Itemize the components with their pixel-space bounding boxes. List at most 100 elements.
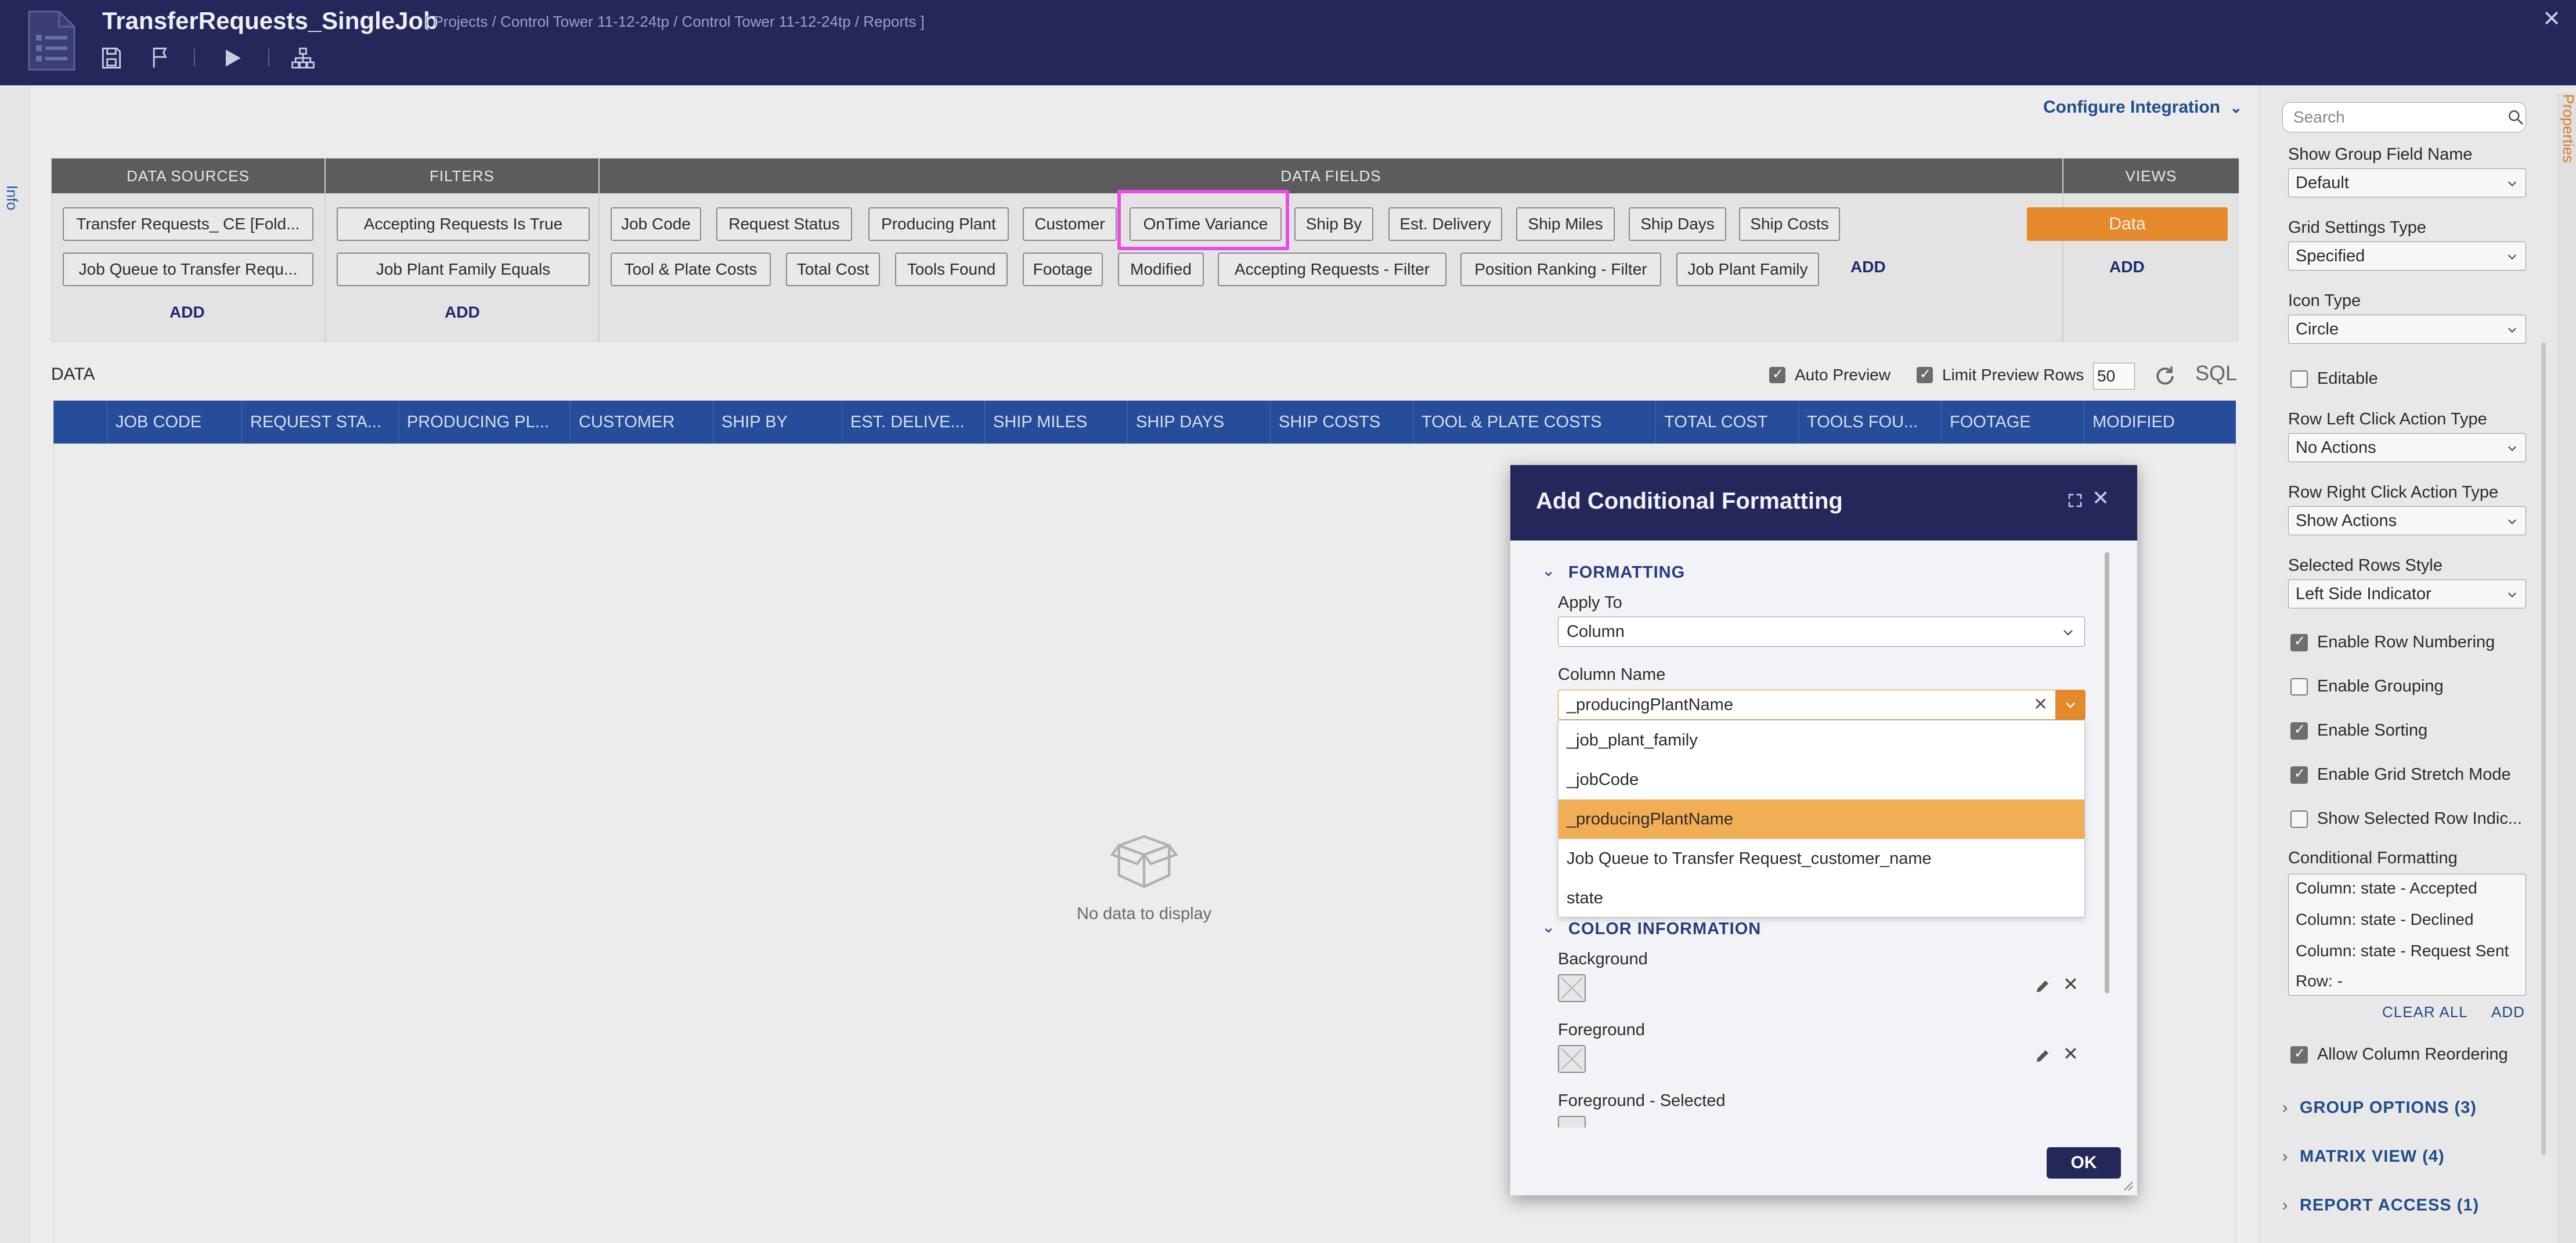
conditional-formatting-item[interactable]: Column: state - Declined — [2296, 910, 2474, 929]
breadcrumb[interactable]: [ Projects / Control Tower 11-12-24tp / … — [425, 13, 925, 31]
column-header[interactable]: SHIP BY — [713, 401, 842, 444]
icon-type-select[interactable]: Circle — [2288, 315, 2526, 344]
search-icon[interactable] — [2506, 108, 2525, 127]
data-field-chip[interactable]: Accepting Requests - Filter — [1218, 253, 1446, 286]
data-field-chip[interactable]: Ship By — [1294, 207, 1373, 241]
show-group-field-name-select[interactable]: Default — [2288, 168, 2526, 197]
data-source-chip[interactable]: Job Queue to Transfer Requ... — [63, 253, 313, 286]
maximize-icon[interactable] — [2066, 492, 2084, 509]
view-data-chip[interactable]: Data — [2027, 207, 2228, 241]
data-field-chip[interactable]: Request Status — [716, 207, 852, 241]
data-field-chip[interactable]: Modified — [1118, 253, 1204, 286]
data-field-chip[interactable]: Job Plant Family — [1676, 253, 1819, 286]
add-conditional-formatting-button[interactable]: ADD — [2491, 1003, 2525, 1021]
dropdown-option[interactable]: state — [1558, 878, 2084, 918]
close-icon[interactable]: ✕ — [2092, 486, 2109, 510]
info-sidebar[interactable]: Info — [0, 85, 30, 1243]
ok-button[interactable]: OK — [2047, 1147, 2121, 1179]
enable-row-numbering-checkbox[interactable] — [2290, 633, 2308, 651]
column-header[interactable]: REQUEST STA... — [241, 401, 398, 444]
filter-chip[interactable]: Accepting Requests Is True — [337, 207, 590, 241]
chevron-right-icon[interactable]: › — [2282, 1098, 2288, 1117]
column-header[interactable]: JOB CODE — [107, 401, 241, 444]
foreground-color-swatch[interactable] — [1558, 1045, 1586, 1073]
configure-integration-link[interactable]: Configure Integration ⌄ — [2043, 98, 2242, 117]
formatting-section-title[interactable]: FORMATTING — [1568, 563, 1685, 582]
limit-preview-rows-checkbox[interactable] — [1917, 366, 1933, 383]
column-name-combobox[interactable]: _producingPlantName ✕ — [1558, 690, 2086, 720]
remove-icon[interactable]: ✕ — [2063, 1043, 2079, 1065]
edit-icon[interactable] — [2034, 1047, 2051, 1065]
column-header[interactable]: SHIP DAYS — [1127, 401, 1270, 444]
filter-chip[interactable]: Job Plant Family Equals — [337, 253, 590, 286]
enable-grouping-checkbox[interactable] — [2290, 678, 2308, 696]
column-header[interactable]: SHIP MILES — [984, 401, 1127, 444]
chevron-down-icon[interactable]: ⌄ — [1542, 561, 1555, 580]
dropdown-option[interactable]: _job_plant_family — [1558, 720, 2084, 760]
conditional-formatting-item[interactable]: Row: - — [2296, 972, 2343, 990]
data-field-chip[interactable]: Tool & Plate Costs — [611, 253, 771, 286]
save-icon[interactable] — [99, 45, 124, 71]
dialog-scrollbar[interactable] — [2105, 552, 2109, 993]
column-header[interactable]: TOOLS FOU... — [1798, 401, 1941, 444]
grid-settings-type-select[interactable]: Specified — [2288, 242, 2526, 271]
clear-all-button[interactable]: CLEAR ALL — [2382, 1003, 2468, 1021]
data-field-chip[interactable]: Job Code — [611, 207, 701, 241]
column-header[interactable]: FOOTAGE — [1941, 401, 2084, 444]
dropdown-option-selected[interactable]: _producingPlantName — [1558, 799, 2084, 839]
conditional-formatting-item[interactable]: Column: state - Request Sent — [2296, 942, 2509, 960]
chevron-right-icon[interactable]: › — [2282, 1147, 2288, 1166]
resize-handle-icon[interactable] — [2121, 1179, 2134, 1191]
row-right-click-select[interactable]: Show Actions — [2288, 506, 2526, 535]
flag-icon[interactable] — [149, 45, 174, 71]
hierarchy-icon[interactable] — [290, 45, 316, 71]
chevron-down-icon[interactable]: ⌄ — [1542, 917, 1555, 936]
show-selected-row-indicator-checkbox[interactable] — [2290, 810, 2308, 828]
column-header[interactable]: EST. DELIVE... — [842, 401, 984, 444]
clear-icon[interactable]: ✕ — [2033, 690, 2048, 719]
dropdown-toggle-button[interactable] — [2055, 690, 2086, 720]
edit-icon[interactable] — [2034, 978, 2051, 995]
data-field-chip[interactable]: Position Ranking - Filter — [1460, 253, 1661, 286]
row-left-click-select[interactable]: No Actions — [2288, 433, 2526, 462]
column-header[interactable]: MODIFIED — [2084, 401, 2236, 444]
refresh-icon[interactable] — [2152, 363, 2178, 389]
data-field-chip[interactable]: Ship Costs — [1739, 207, 1840, 241]
allow-column-reordering-checkbox[interactable] — [2290, 1045, 2308, 1064]
foreground-selected-color-swatch[interactable] — [1558, 1116, 1586, 1127]
dropdown-option[interactable]: _jobCode — [1558, 760, 2084, 799]
dropdown-option[interactable]: Job Queue to Transfer Request_customer_n… — [1558, 839, 2084, 878]
column-header[interactable]: TOOL & PLATE COSTS — [1413, 401, 1655, 444]
add-data-source-button[interactable]: ADD — [169, 303, 205, 322]
column-header[interactable]: CUSTOMER — [570, 401, 713, 444]
add-filter-button[interactable]: ADD — [445, 303, 480, 322]
close-icon[interactable]: ✕ — [2542, 6, 2561, 32]
enable-sorting-checkbox[interactable] — [2290, 721, 2308, 740]
add-data-field-button[interactable]: ADD — [1850, 258, 1886, 276]
data-field-chip[interactable]: Total Cost — [786, 253, 880, 286]
conditional-formatting-item[interactable]: Column: state - Accepted — [2296, 879, 2477, 898]
properties-scrollbar[interactable] — [2541, 343, 2546, 1155]
chevron-right-icon[interactable]: › — [2282, 1196, 2288, 1215]
data-field-chip[interactable]: Footage — [1023, 253, 1103, 286]
auto-preview-checkbox[interactable] — [1769, 366, 1785, 383]
column-header[interactable]: TOTAL COST — [1655, 401, 1798, 444]
matrix-view-accordion[interactable]: MATRIX VIEW (4) — [2300, 1147, 2445, 1166]
enable-grid-stretch-checkbox[interactable] — [2290, 765, 2308, 784]
preview-rows-input[interactable]: 50 — [2093, 363, 2135, 390]
properties-tab[interactable] — [2556, 93, 2576, 1243]
properties-tab-label[interactable]: Properties — [2559, 94, 2576, 163]
data-field-chip[interactable]: Ship Days — [1629, 207, 1726, 241]
add-view-button[interactable]: ADD — [2109, 258, 2145, 276]
color-information-section-title[interactable]: COLOR INFORMATION — [1568, 920, 1761, 939]
info-tab-label[interactable]: Info — [3, 185, 21, 210]
column-header[interactable]: SHIP COSTS — [1270, 401, 1413, 444]
column-header[interactable]: PRODUCING PL... — [398, 401, 570, 444]
background-color-swatch[interactable] — [1558, 974, 1586, 1002]
group-options-accordion[interactable]: GROUP OPTIONS (3) — [2300, 1098, 2477, 1118]
data-field-chip[interactable]: Producing Plant — [868, 207, 1009, 241]
apply-to-select[interactable]: Column — [1558, 617, 2085, 647]
remove-icon[interactable]: ✕ — [2063, 973, 2079, 995]
selected-rows-style-select[interactable]: Left Side Indicator — [2288, 579, 2526, 608]
editable-checkbox[interactable] — [2290, 370, 2308, 388]
